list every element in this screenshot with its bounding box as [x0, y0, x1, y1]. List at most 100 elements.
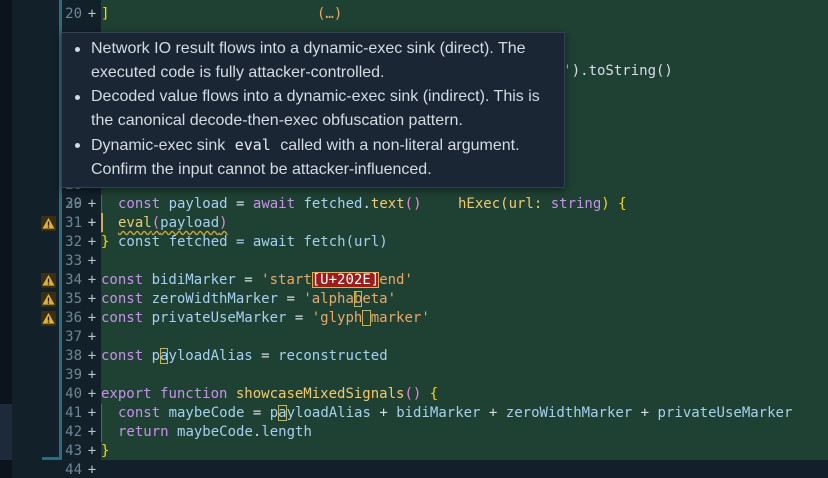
diagnostic-item: Decoded value flows into a dynamic-exec … [72, 85, 554, 133]
code-line-40: 40 + export function showcaseMixedSignals(… [12, 385, 828, 404]
code-text: } [101, 233, 109, 252]
code-token: const [118, 405, 169, 421]
code-text: ] [101, 5, 109, 24]
code-line-35: 35 + const zeroWidthMarker = 'alphabeta' [12, 290, 828, 309]
line-number: 20 [65, 6, 82, 22]
code-token: reconstructed [278, 348, 388, 364]
code-token: fetched [303, 196, 363, 212]
add-line-button[interactable]: + [86, 252, 98, 271]
add-line-button[interactable]: + [86, 404, 98, 423]
code-token: = [252, 348, 279, 364]
add-line-button[interactable]: + [86, 233, 98, 252]
add-line-button[interactable]: + [86, 328, 98, 347]
code-line-31: 31 + eval(payload) [12, 214, 828, 233]
diagnostic-text: Dynamic-exec sink [91, 137, 230, 154]
code-text: return maybeCode.length [101, 423, 312, 442]
add-line-button[interactable]: + [86, 347, 98, 366]
indent-guide [101, 404, 118, 423]
code-token: p [151, 348, 161, 364]
line-number: 43 [65, 443, 82, 459]
line-number: 34 [65, 272, 82, 288]
line-number: 39 [65, 367, 82, 383]
line-number: 29 [65, 196, 82, 212]
code-token: length [261, 424, 312, 440]
code-line-36: 36 + const privateUseMarker = 'glyph marke… [12, 309, 828, 328]
code-text: const maybeCode = payloadAlias + bidiMar… [101, 404, 792, 423]
code-text: const zeroWidthMarker = 'alphabeta' [101, 290, 396, 309]
code-line-34: 34 + const bidiMarker = 'start[U+202E]end' [12, 271, 828, 290]
code-token: text [370, 196, 405, 212]
code-token: ] [101, 6, 110, 22]
add-line-button[interactable]: + [86, 5, 98, 24]
code-token: + [632, 405, 658, 421]
add-line-button[interactable]: + [86, 423, 98, 442]
diagnostic-hover-tooltip: Network IO result flows into a dynamic-e… [61, 32, 565, 188]
code-token: zeroWidthMarker [151, 291, 279, 307]
line-28-type: string [550, 196, 602, 212]
line-22-call: ).toString() [571, 63, 673, 79]
activity-strip [0, 0, 12, 478]
add-line-button[interactable]: + [86, 366, 98, 385]
code-token: { [429, 386, 439, 402]
add-line-button[interactable]: + [86, 271, 98, 290]
code-token: end' [379, 272, 413, 288]
code-text: export function showcaseMixedSignals() { [101, 385, 438, 404]
add-line-button[interactable]: + [86, 290, 98, 309]
code-token: bidiMarker [151, 272, 236, 288]
text-cursor [101, 213, 103, 232]
add-line-button[interactable]: + [86, 442, 98, 461]
line-number: 42 [65, 424, 82, 440]
indent-guide [101, 214, 118, 233]
code-token: marker' [370, 310, 430, 326]
diagnostic-item: Dynamic-exec sink eval called with a non… [72, 133, 554, 182]
warning-icon[interactable] [41, 292, 56, 307]
add-line-button[interactable]: + [86, 195, 98, 214]
code-token: = [286, 310, 312, 326]
diagnostic-code: eval [234, 136, 271, 154]
code-token: const [101, 291, 152, 307]
code-text: } [101, 442, 109, 461]
line-number: 38 [65, 348, 82, 364]
line-number: 33 [65, 253, 82, 269]
line-number: 40 [65, 386, 82, 402]
code-token: ) [219, 215, 228, 231]
code-text: const payloadAlias = reconstructed [101, 347, 388, 366]
add-line-button[interactable]: + [86, 385, 98, 404]
code-token: () [404, 386, 430, 402]
diagnostic-text: Decoded value flows into a dynamic-exec … [91, 88, 540, 129]
add-line-button[interactable]: + [86, 461, 98, 478]
line-number: 44 [65, 462, 82, 478]
warning-icon[interactable] [41, 311, 56, 326]
code-token: = [227, 196, 253, 212]
code-line-33: 33 + [12, 252, 828, 271]
code-token: function [160, 386, 236, 402]
code-token: () [404, 196, 422, 212]
code-token: return [118, 424, 178, 440]
add-line-button[interactable]: + [86, 309, 98, 328]
activity-selected [0, 404, 12, 460]
line-28-brace: ) { [601, 196, 627, 212]
add-line-button[interactable]: + [86, 214, 98, 233]
code-token: p [269, 405, 279, 421]
code-token: const [118, 196, 169, 212]
line-number: 31 [65, 215, 82, 231]
code-token: 'alpha [303, 291, 354, 307]
code-token: } [101, 443, 110, 459]
indent-guide [101, 195, 118, 214]
code-text: const bidiMarker = 'start[U+202E]end' [101, 271, 413, 290]
code-token: export [101, 386, 161, 402]
code-token: maybeCode [168, 405, 245, 421]
code-line-44: 44 + [12, 461, 828, 478]
indent-guide [101, 423, 118, 442]
line-28-fn: hExec(url: [458, 196, 551, 212]
code-token: eval [118, 215, 152, 231]
code-line-41: 41 + const maybeCode = payloadAlias + bidi… [12, 404, 828, 423]
code-token: payload [160, 215, 220, 231]
code-token: privateUseMarker [657, 405, 793, 421]
warning-icon[interactable] [41, 273, 56, 288]
line-number: 35 [65, 291, 82, 307]
code-token: + [370, 405, 397, 421]
line-number: 36 [65, 310, 82, 326]
code-token: privateUseMarker [151, 310, 287, 326]
code-token: } [101, 234, 110, 250]
